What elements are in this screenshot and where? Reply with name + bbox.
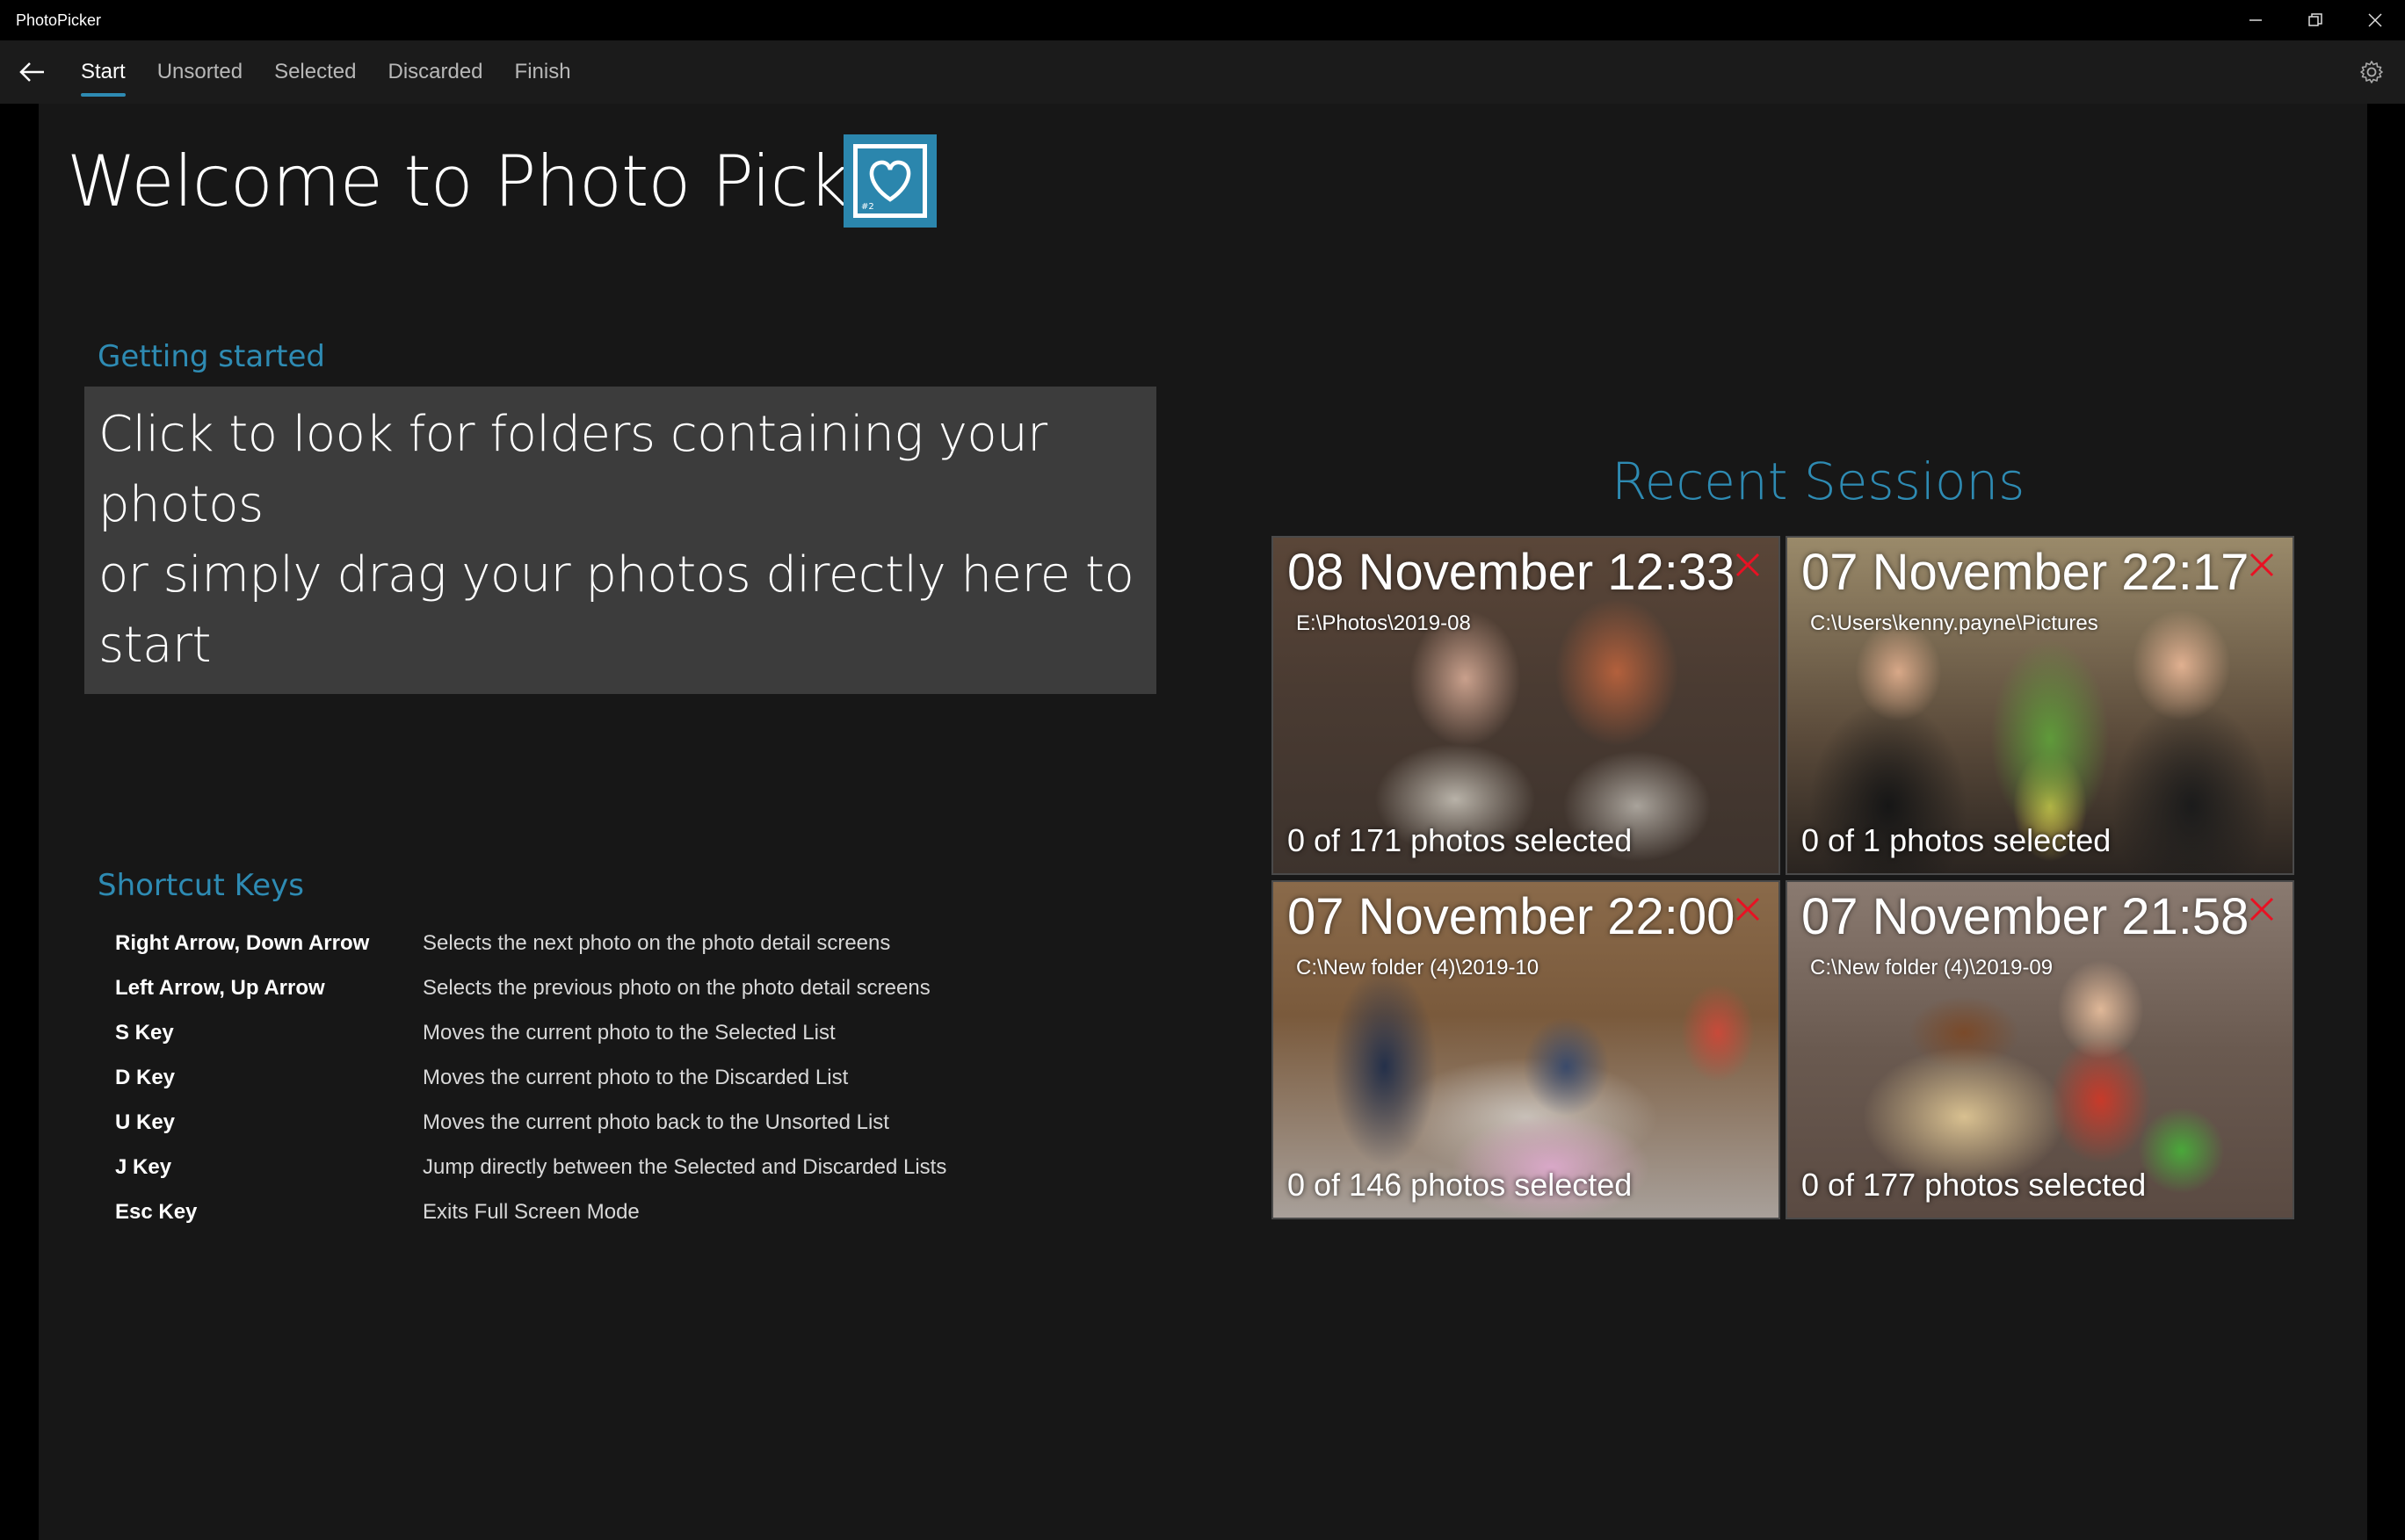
folder-drop-zone[interactable]: Click to look for folders containing you… (84, 387, 1156, 694)
shortcut-key: Esc Key (115, 1199, 198, 1224)
window-controls (2226, 0, 2405, 40)
session-path: C:\New folder (4)\2019-09 (1810, 956, 2054, 980)
session-date: 07 November 21:58 (1801, 888, 2249, 945)
page-title: Welcome to Photo Picker (67, 141, 916, 222)
shortcut-key: Right Arrow, Down Arrow (115, 930, 370, 955)
tab-finish[interactable]: Finish (499, 40, 587, 104)
shortcut-description: Jump directly between the Selected and D… (423, 1154, 947, 1179)
shortcut-row: Right Arrow, Down Arrow Selects the next… (115, 921, 946, 965)
shortcut-row: Left Arrow, Up Arrow Selects the previou… (115, 965, 946, 1010)
logo-frame: #2 (853, 144, 927, 218)
app-logo: #2 (844, 134, 937, 228)
tab-list: Start Unsorted Selected Discarded Finish (65, 40, 587, 104)
session-count: 0 of 146 photos selected (1287, 1167, 1633, 1203)
recent-sessions-title: Recent Sessions (1612, 452, 2025, 511)
shortcut-row: D Key Moves the current photo to the Dis… (115, 1055, 946, 1100)
shortcut-key: D Key (115, 1065, 176, 1089)
minimize-icon (2249, 19, 2262, 21)
shortcut-key: S Key (115, 1020, 174, 1045)
back-button[interactable] (14, 54, 49, 90)
drop-zone-text: Click to look for folders containing you… (98, 400, 1156, 681)
close-window-button[interactable] (2345, 0, 2405, 40)
tab-unsorted[interactable]: Unsorted (141, 40, 258, 104)
session-date: 07 November 22:17 (1801, 544, 2249, 601)
remove-session-button[interactable] (2247, 894, 2277, 924)
session-path: C:\Users\kenny.payne\Pictures (1810, 611, 2098, 635)
restore-icon (2308, 13, 2322, 26)
logo-badge: #2 (861, 202, 874, 212)
title-bar: PhotoPicker (0, 0, 2405, 40)
shortcut-key: U Key (115, 1110, 176, 1134)
close-icon (1735, 897, 1760, 922)
shortcut-description: Moves the current photo to the Selected … (423, 1020, 836, 1045)
session-date: 08 November 12:33 (1287, 544, 1735, 601)
remove-session-button[interactable] (1733, 894, 1763, 924)
start-page: Welcome to Photo Picker #2 Getting start… (39, 104, 2367, 1540)
tab-start[interactable]: Start (65, 40, 141, 104)
shortcut-list: Right Arrow, Down Arrow Selects the next… (115, 921, 946, 1234)
close-icon (2368, 13, 2382, 27)
shortcut-description: Exits Full Screen Mode (423, 1199, 640, 1224)
minimize-button[interactable] (2226, 0, 2285, 40)
session-count: 0 of 177 photos selected (1801, 1167, 2147, 1203)
shortcut-keys-title: Shortcut Keys (98, 868, 304, 903)
shortcut-description: Selects the next photo on the photo deta… (423, 930, 891, 955)
shortcut-row: J Key Jump directly between the Selected… (115, 1145, 946, 1189)
app-title: PhotoPicker (16, 11, 102, 29)
session-count: 0 of 171 photos selected (1287, 822, 1633, 858)
drop-zone-line-1: Click to look for folders containing you… (98, 406, 1047, 533)
drop-zone-line-2: or simply drag your photos directly here… (98, 546, 1134, 674)
shortcut-description: Moves the current photo to the Discarded… (423, 1065, 849, 1089)
recent-sessions-grid: 08 November 12:33 E:\Photos\2019-08 0 of… (1271, 536, 2296, 1223)
session-tile[interactable]: 07 November 22:17 C:\Users\kenny.payne\P… (1786, 536, 2294, 875)
shortcut-row: Esc Key Exits Full Screen Mode (115, 1189, 946, 1234)
session-path: E:\Photos\2019-08 (1296, 611, 1471, 635)
shortcut-key: Left Arrow, Up Arrow (115, 975, 325, 1000)
nav-bar: Start Unsorted Selected Discarded Finish (0, 40, 2405, 104)
session-tile[interactable]: 08 November 12:33 E:\Photos\2019-08 0 of… (1271, 536, 1780, 875)
tab-discarded[interactable]: Discarded (372, 40, 498, 104)
shortcut-row: S Key Moves the current photo to the Sel… (115, 1010, 946, 1055)
shortcut-row: U Key Moves the current photo back to th… (115, 1100, 946, 1145)
shortcut-key: J Key (115, 1154, 172, 1179)
session-tile[interactable]: 07 November 22:00 C:\New folder (4)\2019… (1271, 880, 1780, 1219)
close-icon (1735, 553, 1760, 577)
tab-selected[interactable]: Selected (258, 40, 372, 104)
getting-started-title: Getting started (98, 339, 326, 374)
session-tile[interactable]: 07 November 21:58 C:\New folder (4)\2019… (1786, 880, 2294, 1219)
shortcut-description: Selects the previous photo on the photo … (423, 975, 931, 1000)
session-date: 07 November 22:00 (1287, 888, 1735, 945)
restore-button[interactable] (2285, 0, 2345, 40)
shortcut-description: Moves the current photo back to the Unso… (423, 1110, 889, 1134)
session-path: C:\New folder (4)\2019-10 (1296, 956, 1539, 980)
session-count: 0 of 1 photos selected (1801, 822, 2112, 858)
back-arrow-icon (19, 62, 44, 82)
close-icon (2249, 553, 2274, 577)
remove-session-button[interactable] (1733, 550, 1763, 580)
gear-icon (2360, 61, 2383, 83)
close-icon (2249, 897, 2274, 922)
settings-button[interactable] (2356, 56, 2387, 88)
remove-session-button[interactable] (2247, 550, 2277, 580)
